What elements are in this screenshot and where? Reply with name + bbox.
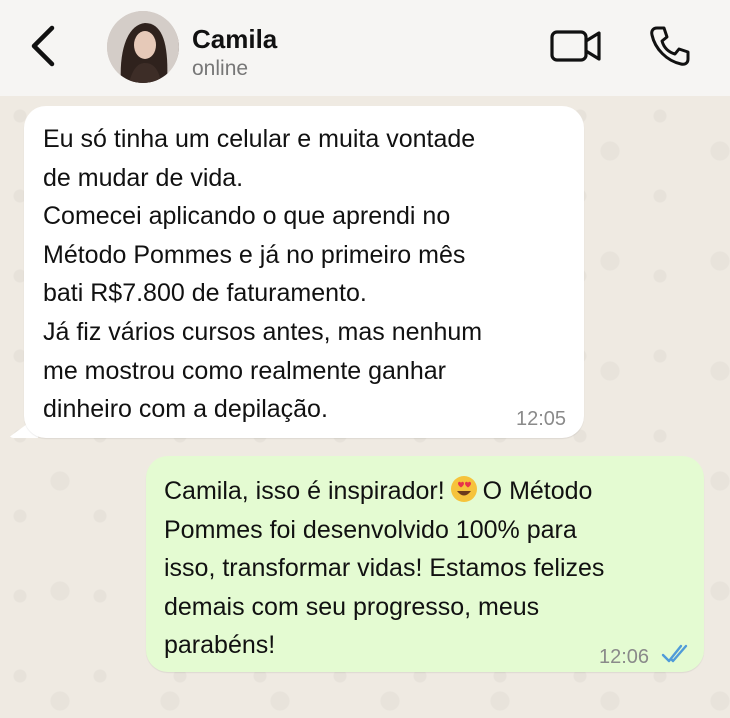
message-timestamp: 12:06	[599, 646, 650, 668]
message-line: Comecei aplicando o que aprendi no	[43, 202, 451, 231]
message-line: demais com seu progresso, meus	[164, 592, 540, 621]
message-line: Método Pommes e já no primeiro mês	[43, 240, 466, 269]
message-line: Eu só tinha um celular e muita vontade	[43, 125, 476, 153]
avatar-photo	[107, 11, 179, 83]
message-timestamp: 12:05	[516, 408, 567, 430]
outgoing-message-text: Camila, isso é inspirador! O Método Pomm…	[164, 472, 684, 665]
message-fragment: O Método	[482, 477, 593, 505]
heart-eyes-emoji	[450, 476, 477, 502]
chevron-left-icon	[31, 25, 55, 67]
double-check-icon	[661, 644, 688, 663]
incoming-message-text: Eu só tinha um celular e muita vontade d…	[43, 120, 563, 429]
back-button[interactable]	[26, 22, 60, 70]
video-call-button[interactable]	[550, 28, 602, 64]
message-line: de mudar de vida.	[43, 163, 244, 192]
message-fragment: Camila, isso é inspirador!	[164, 477, 445, 505]
message-line: bati R$7.800 de faturamento.	[43, 279, 367, 308]
contact-status: online	[192, 57, 249, 80]
message-line: Já fiz vários cursos antes, mas nenhum	[43, 317, 483, 346]
message-line: isso, transformar vidas! Estamos felizes	[164, 554, 605, 582]
avatar[interactable]	[107, 11, 179, 83]
message-line: dinheiro com a depilação.	[43, 395, 328, 424]
video-camera-icon	[550, 30, 601, 62]
phone-icon	[650, 26, 690, 66]
contact-name[interactable]: Camila	[192, 24, 277, 55]
voice-call-button[interactable]	[648, 24, 692, 68]
message-line: Camila, isso é inspirador! O Método	[164, 472, 684, 511]
message-line: me mostrou como realmente ganhar	[43, 356, 446, 385]
message-line: Pommes foi desenvolvido 100% para	[164, 515, 577, 544]
